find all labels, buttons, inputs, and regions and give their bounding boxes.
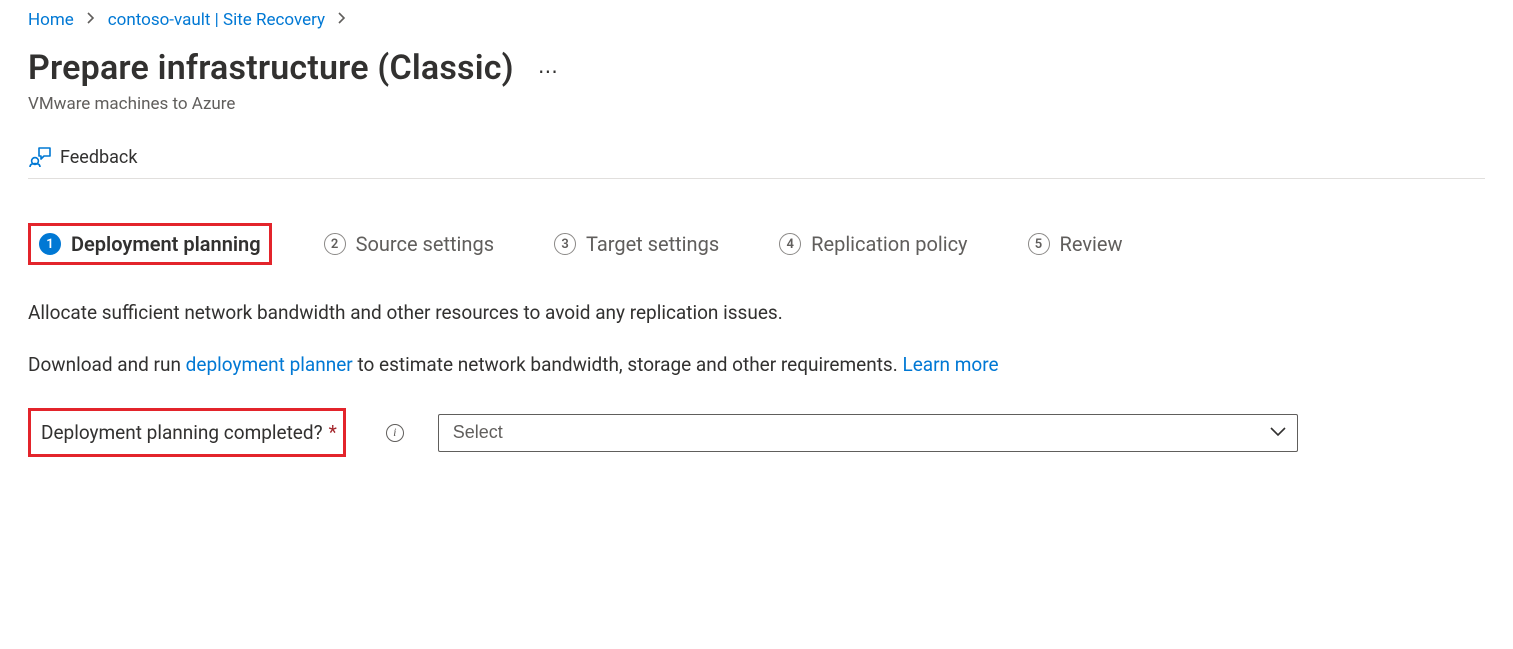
tab-replication-policy[interactable]: 4 Replication policy [771,226,975,262]
learn-more-link[interactable]: Learn more [902,353,998,376]
wizard-tabs: 1 Deployment planning 2 Source settings … [28,223,1485,265]
tab-label: Replication policy [811,232,967,256]
field-label-text: Deployment planning completed? [41,421,323,444]
text-fragment: Download and run [28,353,186,376]
deployment-planning-select[interactable]: Select [438,414,1298,452]
feedback-icon [28,146,50,168]
page-title: Prepare infrastructure (Classic) [28,48,514,88]
tab-label: Target settings [586,232,719,256]
feedback-label: Feedback [60,147,137,168]
deployment-planner-link[interactable]: deployment planner [186,353,353,376]
step-number-badge: 3 [554,233,576,255]
step-number-badge: 2 [324,233,346,255]
step-number-badge: 1 [39,233,61,255]
breadcrumb: Home contoso-vault | Site Recovery [28,10,1485,30]
page-subtitle: VMware machines to Azure [28,94,1485,114]
tab-label: Review [1060,232,1123,256]
required-marker: * [329,421,337,444]
select-field[interactable]: Select [438,414,1298,452]
step-number-badge: 4 [779,233,801,255]
tab-deployment-planning[interactable]: 1 Deployment planning [28,223,272,265]
deployment-planning-completed-label: Deployment planning completed? * [28,408,346,457]
tab-label: Source settings [356,232,494,256]
intro-text-2: Download and run deployment planner to e… [28,351,1485,379]
breadcrumb-home[interactable]: Home [28,10,74,30]
more-actions-icon[interactable]: ⋯ [538,53,560,83]
info-icon[interactable]: i [386,424,404,442]
tab-target-settings[interactable]: 3 Target settings [546,226,727,262]
tab-label: Deployment planning [71,232,261,256]
text-fragment: to estimate network bandwidth, storage a… [353,353,903,376]
step-number-badge: 5 [1028,233,1050,255]
chevron-right-icon [337,12,347,28]
chevron-right-icon [86,12,96,28]
breadcrumb-vault[interactable]: contoso-vault | Site Recovery [108,10,325,30]
tab-source-settings[interactable]: 2 Source settings [316,226,502,262]
tab-review[interactable]: 5 Review [1020,226,1131,262]
feedback-button[interactable]: Feedback [28,146,1485,179]
intro-text-1: Allocate sufficient network bandwidth an… [28,299,1485,327]
